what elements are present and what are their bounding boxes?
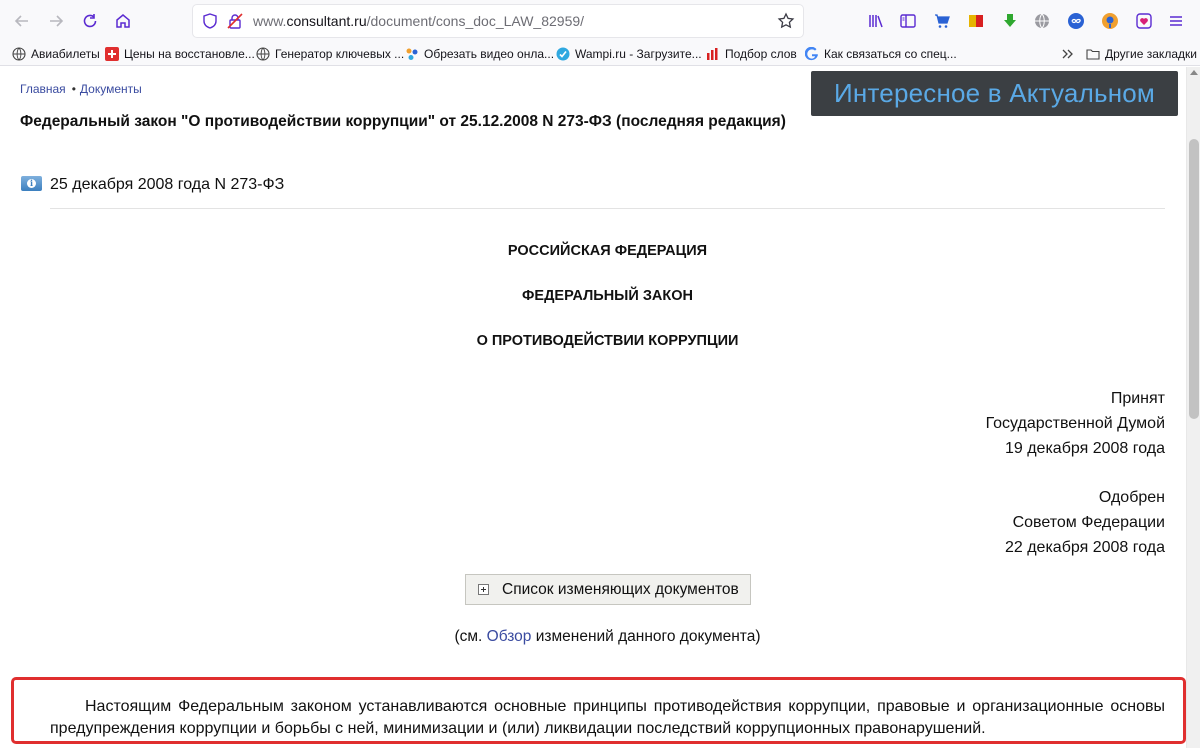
intro-paragraph: Настоящим Федеральным законом устанавлив… [50, 698, 1165, 737]
approved-block: Одобрен Советом Федерации 22 декабря 200… [1004, 489, 1165, 556]
bookmark-item[interactable]: Генератор ключевых ... [256, 46, 404, 62]
expand-plus-icon [478, 584, 489, 595]
forward-arrow-icon[interactable] [44, 9, 68, 33]
bookmark-item[interactable]: Как связаться со спец... [805, 46, 957, 62]
breadcrumb-docs-link[interactable]: Документы [80, 82, 142, 96]
shield-icon[interactable] [201, 12, 219, 30]
review-link[interactable]: Обзор [487, 628, 532, 645]
url-text[interactable]: www.consultant.ru/document/cons_doc_LAW_… [253, 13, 584, 29]
reload-icon[interactable] [78, 9, 102, 33]
adopted-block: Принят Государственной Думой 19 декабря … [985, 390, 1165, 457]
promo-text: Интересное в Актуальном [834, 78, 1155, 108]
sidebar-icon[interactable] [898, 11, 918, 31]
hamburger-menu-icon[interactable] [1166, 11, 1186, 31]
bars-icon [707, 48, 718, 60]
home-icon[interactable] [111, 9, 135, 33]
browser-toolbar: www.consultant.ru/document/cons_doc_LAW_… [0, 0, 1200, 42]
other-bookmarks-folder[interactable]: Другие закладки [1086, 46, 1197, 62]
divider [50, 208, 1165, 209]
globe-icon [256, 47, 270, 61]
country-heading: РОССИЙСКАЯ ФЕДЕРАЦИЯ [507, 243, 708, 259]
bookmark-item[interactable]: Авиабилеты [12, 46, 100, 62]
promo-banner[interactable]: Интересное в Актуальном [811, 71, 1178, 116]
scrollbar-thumb[interactable] [1189, 139, 1199, 419]
download-icon[interactable] [1000, 11, 1020, 31]
page-title: Федеральный закон "О противодействии кор… [20, 113, 786, 130]
address-bar[interactable]: www.consultant.ru/document/cons_doc_LAW_… [193, 5, 803, 37]
heart-extension-icon[interactable] [1134, 11, 1154, 31]
breadcrumb-home-link[interactable]: Главная [20, 82, 66, 96]
law-name-heading: О ПРОТИВОДЕЙСТВИИ КОРРУПЦИИ [476, 333, 739, 349]
changes-list-button[interactable]: Список изменяющих документов [465, 574, 751, 605]
vertical-scrollbar[interactable] [1186, 67, 1200, 748]
document-date: 25 декабря 2008 года N 273-ФЗ [50, 176, 285, 193]
bookmark-item[interactable]: Подбор слов [706, 46, 797, 62]
bookmark-item[interactable]: Wampi.ru - Загрузите... [556, 46, 702, 62]
wampi-icon [556, 47, 570, 61]
library-icon[interactable] [866, 11, 886, 31]
globe-icon [12, 47, 26, 61]
info-icon[interactable]: i [21, 176, 42, 191]
page-content: Главная • Документы Интересное в Актуально… [0, 67, 1186, 748]
cart-icon[interactable] [932, 11, 952, 31]
breadcrumb: Главная • Документы [20, 82, 142, 96]
red-plus-icon [105, 47, 119, 61]
folder-icon [1086, 49, 1100, 60]
more-bookmarks-chevron-icon[interactable] [1060, 46, 1079, 62]
back-arrow-icon[interactable] [10, 9, 34, 33]
insecure-lock-icon[interactable] [226, 12, 244, 30]
scroll-up-arrow-icon[interactable] [1190, 70, 1198, 75]
infinity-extension-icon[interactable] [1066, 11, 1086, 31]
star-bookmark-icon[interactable] [777, 12, 795, 30]
dots-icon [406, 48, 418, 60]
google-icon [805, 47, 818, 61]
law-type-heading: ФЕДЕРАЛЬНЫЙ ЗАКОН [522, 288, 693, 304]
globe-extension-icon[interactable] [1032, 11, 1052, 31]
flag-extension-icon[interactable] [966, 11, 986, 31]
bookmark-item[interactable]: Цены на восстановле... [105, 46, 255, 62]
bookmarks-bar: Авиабилеты Цены на восстановле... Генера… [0, 42, 1200, 66]
bookmark-item[interactable]: Обрезать видео онла... [405, 46, 554, 62]
vpn-extension-icon[interactable] [1100, 11, 1120, 31]
see-review-line: (см. Обзор изменений данного документа) [454, 628, 761, 645]
